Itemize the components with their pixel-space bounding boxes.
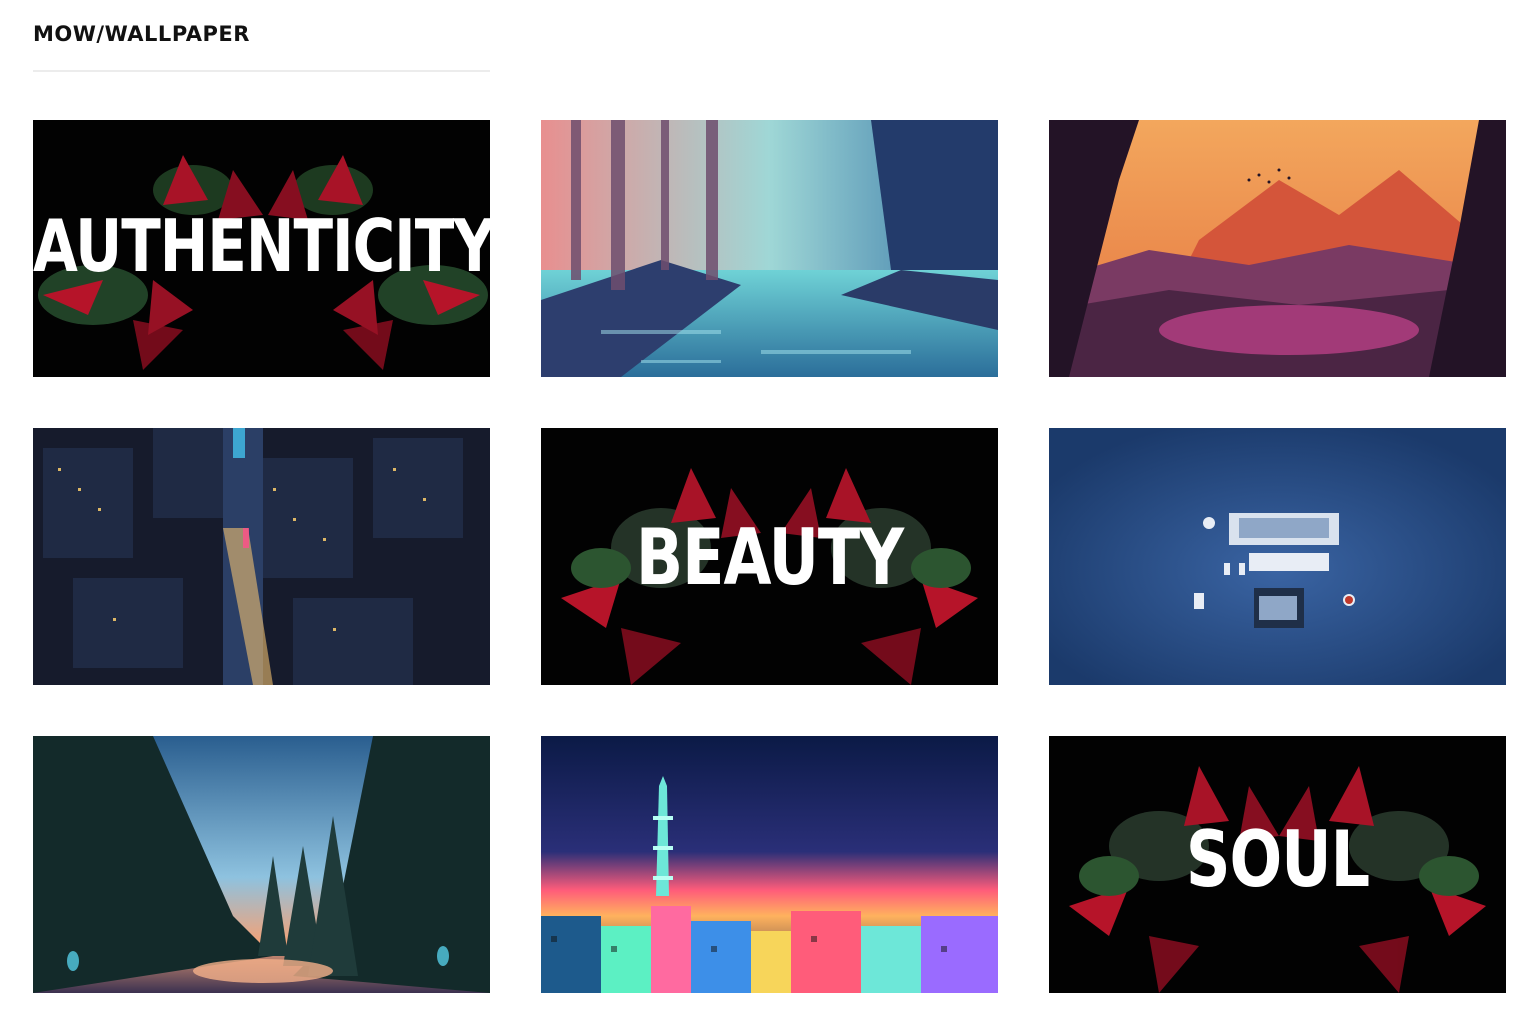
floral-word-image [33,120,490,377]
title-divider [33,70,490,72]
wallpaper-thumbnail-beauty[interactable]: BEAUTY [541,428,998,685]
wallpaper-thumbnail-authenticity[interactable]: AUTHENTICITY [33,120,490,377]
desk-workspace-image [1049,428,1506,685]
wallpaper-thumbnail-night-city[interactable] [33,428,490,685]
page: MOW/WALLPAPER AUTHENTICITY BEAUTY SOUL [0,0,1540,1009]
forest-dusk-image [33,736,490,993]
sunset-mountain-image [1049,120,1506,377]
wallpaper-thumbnail-sunset-mountain[interactable] [1049,120,1506,377]
forest-river-image [541,120,998,377]
site-title[interactable]: MOW/WALLPAPER [33,22,250,46]
wallpaper-thumbnail-desk-workspace[interactable] [1049,428,1506,685]
floral-word-image [541,428,998,685]
wallpaper-thumbnail-forest-dusk[interactable] [33,736,490,993]
floral-word-image [1049,736,1506,993]
wallpaper-grid: AUTHENTICITY BEAUTY SOUL [33,120,1506,993]
neon-skyline-image [541,736,998,993]
wallpaper-thumbnail-neon-skyline[interactable] [541,736,998,993]
wallpaper-thumbnail-soul[interactable]: SOUL [1049,736,1506,993]
wallpaper-thumbnail-forest-river[interactable] [541,120,998,377]
night-city-image [33,428,490,685]
